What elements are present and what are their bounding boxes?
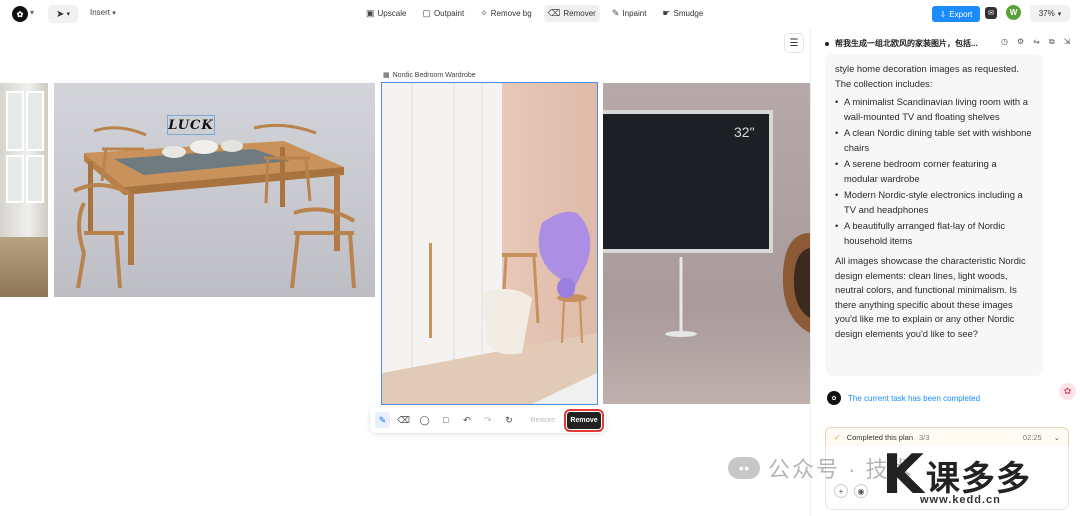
check-icon: ✓ [834,433,841,442]
message-summary: All images showcase the characteristic N… [835,255,1026,339]
chair-seat [502,253,537,257]
rectangle-select-icon[interactable]: □ [438,412,453,428]
window-pane [26,91,44,151]
plan-status-bar[interactable]: ✓ Completed this plan 3/3 02:25 ⌄ [825,427,1069,447]
history-icon[interactable]: ◷ [1001,37,1008,47]
chair [290,207,356,289]
selected-text-object[interactable]: LUCK [167,115,215,135]
remover-icon: ⌫ [547,8,561,18]
smudge-icon: ☛ [662,8,671,18]
chevron-down-icon: ⌄ [1053,433,1060,442]
tool-smudge[interactable]: ☛ Smudge [658,5,707,22]
list-item: A minimalist Scandinavian living room wi… [835,95,1033,124]
throw-blanket [482,289,532,355]
chevron-down-icon: ▾ [66,11,70,18]
remove-bg-icon: ✧ [480,8,488,18]
download-icon: ⇩ [939,9,947,19]
image-dining-table[interactable]: LUCK [54,83,375,297]
assistant-badge-icon[interactable]: ✿ [1059,383,1076,400]
tool-inpaint[interactable]: ✎ Inpaint [608,5,651,22]
chevron-down-icon[interactable]: ▾ [30,8,34,17]
window-pane [6,155,24,203]
select-tool-button[interactable]: ➤ ▾ [48,5,78,23]
window-pane [26,155,44,203]
wood-floor [0,237,48,297]
globe-icon[interactable]: ◉ [854,484,868,498]
table-leg [88,161,93,231]
table-leg [128,193,134,265]
top-toolbar: ✿ ▾ ➤ ▾ Insert ▾ ▣ Upscale ▢ Outpaint ✧ Rem… [0,0,810,28]
assistant-message: style home decoration images as requeste… [825,54,1043,376]
canvas[interactable]: ☰ LUCK ▦ Nordic Bedroom Wardrobe 32" ✎ ⌫… [0,28,810,516]
tool-upscale[interactable]: ▣ Upscale [362,5,410,22]
agent-logo-icon: ✿ [827,391,841,405]
export-button[interactable]: ⇩ Export [932,6,980,22]
image-label: ▦ Nordic Bedroom Wardrobe [383,71,476,80]
add-icon[interactable]: + [834,484,848,498]
outpaint-icon: ▢ [422,8,431,18]
list-item: Modern Nordic-style electronics includin… [835,188,1033,217]
bullet-icon [825,41,829,46]
edit-toolbar: ✎ ⌫ ◯ □ ↶ ↷ ↻ Restore Remove [370,407,606,433]
tool-outpaint[interactable]: ▢ Outpaint [418,5,468,22]
bowl [221,140,243,152]
insert-menu[interactable]: Insert ▾ [90,8,116,17]
header-actions: ◷ ⚙ ⇋ ⧉ ⇲ [1001,37,1070,47]
chevron-down-icon: ▾ [1057,10,1062,18]
bowl [190,140,218,154]
brush-icon[interactable]: ✎ [375,412,391,428]
remove-button[interactable]: Remove [564,408,604,432]
eraser-icon[interactable]: ⌫ [396,412,411,428]
image-bedroom-wardrobe[interactable] [381,82,598,405]
chevron-down-icon: ▾ [112,10,116,17]
app-logo[interactable]: ✿ [12,6,28,22]
tool-remove-bg[interactable]: ✧ Remove bg [476,5,535,22]
message-intro: style home decoration images as requeste… [835,63,1019,89]
avatar[interactable]: W [1006,5,1021,20]
panel-header: 帮我生成一组北欧风的家装图片，包括... ◷ ⚙ ⇋ ⧉ ⇲ [825,37,1075,49]
image-list: A minimalist Scandinavian living room wi… [835,95,1033,248]
redo-icon[interactable]: ↷ [480,412,495,428]
task-status: ✿ The current task has been completed [827,391,980,405]
image-tv-headphones[interactable]: 32" [603,83,810,404]
wechat-icon: ●● [728,457,760,479]
reset-icon[interactable]: ↻ [501,412,516,428]
remove-mask[interactable] [557,278,575,298]
undo-icon[interactable]: ↶ [459,412,474,428]
tv-stand-base [665,331,697,337]
zoom-selector[interactable]: 37% ▾ [1030,5,1070,22]
conversation-title: 帮我生成一组北欧风的家装图片，包括... [835,39,978,48]
tv-illustration [665,233,810,337]
pointer-icon: ➤ [56,8,65,20]
list-item: A serene bedroom corner featuring a modu… [835,157,1033,186]
wardrobe-handle [429,243,432,338]
brand-logo-icon: K [882,443,924,506]
watermark-url: www.kedd.cn [920,494,1001,506]
chair-leg [532,256,540,324]
restore-button[interactable]: Restore [531,417,556,424]
wardrobe-body [382,83,502,373]
tool-remover[interactable]: ⌫ Remover [543,5,600,22]
settings-icon[interactable]: ⚙ [1017,37,1024,47]
chat-icon[interactable]: ✉ [985,7,997,19]
table-leg [280,147,285,207]
copy-icon[interactable]: ⧉ [1049,37,1055,47]
upscale-icon: ▣ [366,8,375,18]
image-window-room[interactable] [0,83,48,297]
wardrobe-illustration [382,83,597,404]
list-item: A beautifully arranged flat-lay of Nordi… [835,219,1033,248]
layers-icon[interactable]: ☰ [784,33,804,53]
inpaint-icon: ✎ [611,8,620,18]
share-icon[interactable]: ⇋ [1033,37,1040,47]
chat-panel: 帮我生成一组北欧风的家装图片，包括... ◷ ⚙ ⇋ ⧉ ⇲ style hom… [810,28,1080,516]
chair [73,183,130,289]
list-item: A clean Nordic dining table set with wis… [835,126,1033,155]
bowl [162,146,186,158]
collapse-icon[interactable]: ⇲ [1064,37,1071,47]
table-leg [561,300,565,344]
lasso-icon[interactable]: ◯ [417,412,432,428]
window-pane [6,91,24,151]
image-icon: ▦ [383,72,390,79]
tool-group: ▣ Upscale ▢ Outpaint ✧ Remove bg ⌫ Remover ✎… [362,5,707,22]
